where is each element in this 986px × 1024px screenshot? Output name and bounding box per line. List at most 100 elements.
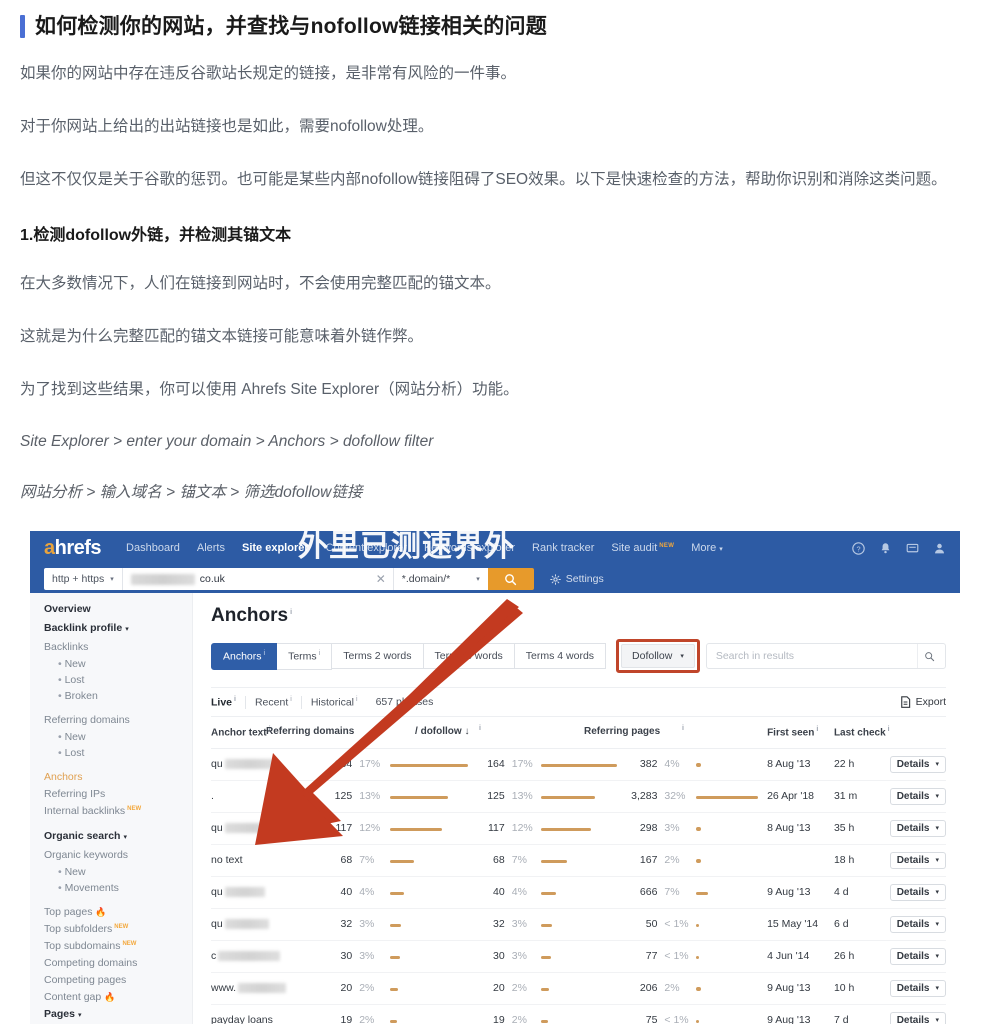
nav-site-audit[interactable]: Site auditNEW (611, 542, 674, 554)
domain-input[interactable]: co.uk (123, 568, 369, 590)
sidebar-item-content-gap[interactable]: Content gap 🔥 (44, 991, 192, 1003)
col-dofollow[interactable] (476, 717, 512, 748)
tab-terms[interactable]: Termsi (277, 643, 332, 670)
info-icon[interactable]: i (356, 696, 358, 703)
table-row[interactable]: .12513%12513%3,28332%26 Apr '1831 mDetai… (211, 780, 946, 812)
search-icon[interactable] (917, 644, 941, 668)
details-button[interactable]: Details▾ (890, 788, 946, 805)
col-referring-pages-label[interactable]: Referring pagesi (696, 717, 767, 748)
metric-bar (696, 892, 708, 895)
details-button[interactable]: Details▾ (890, 980, 946, 997)
cell-anchor-text[interactable]: www. (211, 972, 328, 1004)
sidebar-item-organic-movements[interactable]: Movements (58, 882, 192, 894)
info-icon[interactable]: i (264, 650, 266, 657)
tab-terms-4-words[interactable]: Terms 4 words (515, 643, 606, 669)
info-icon[interactable]: i (888, 726, 890, 733)
tab-label: Terms (288, 651, 317, 663)
sidebar-group-organic-search[interactable]: Organic search▾ (44, 830, 192, 842)
sidebar-item-backlinks-lost[interactable]: Lost (58, 674, 192, 686)
bell-icon[interactable] (879, 542, 892, 555)
details-button[interactable]: Details▾ (890, 1012, 946, 1024)
filter-live[interactable]: Livei (211, 696, 246, 709)
table-row[interactable]: www.202%202%2062%9 Aug '1310 hDetails▾ (211, 972, 946, 1004)
ahrefs-logo[interactable]: ahrefs (44, 537, 101, 560)
details-button[interactable]: Details▾ (890, 756, 946, 773)
export-button[interactable]: Export (900, 696, 946, 708)
nav-site-explorer[interactable]: Site explorer (242, 542, 309, 554)
clear-icon[interactable]: ✕ (369, 568, 393, 590)
sidebar-item-internal-backlinks[interactable]: Internal backlinksNEW (44, 805, 192, 817)
filter-historical[interactable]: Historicali (311, 696, 367, 709)
cell-anchor-text[interactable]: . (211, 780, 328, 812)
table-row[interactable]: no text687%687%1672%18 hDetails▾ (211, 844, 946, 876)
col-first-seen[interactable]: First seeni (767, 717, 834, 748)
table-row[interactable]: qu11712%11712%2983%8 Aug '1335 hDetails▾ (211, 812, 946, 844)
info-icon[interactable]: i (234, 696, 236, 703)
nav-keywords-explorer[interactable]: Keywords explorer (424, 542, 515, 554)
filter-recent[interactable]: Recenti (255, 696, 302, 709)
details-button[interactable]: Details▾ (890, 852, 946, 869)
nav-content-explorer[interactable]: Content explorer (326, 542, 407, 554)
sidebar-item-anchors[interactable]: Anchors (44, 771, 192, 783)
info-icon[interactable]: i (479, 725, 481, 732)
search-in-results-input[interactable]: Search in results (706, 643, 946, 669)
details-button[interactable]: Details▾ (890, 820, 946, 837)
cell-anchor-text[interactable]: qu (211, 812, 328, 844)
sidebar-group-backlink-profile[interactable]: Backlink profile▾ (44, 622, 192, 634)
col-last-check[interactable]: Last checki (834, 717, 890, 748)
details-button[interactable]: Details▾ (890, 884, 946, 901)
cell-anchor-text[interactable]: payday loans (211, 1004, 328, 1024)
sidebar-item-backlinks[interactable]: Backlinks (44, 641, 192, 653)
sidebar-item-referring-domains[interactable]: Referring domains (44, 714, 192, 726)
sidebar-item-overview[interactable]: Overview (44, 603, 192, 615)
info-icon[interactable]: i (816, 726, 818, 733)
sidebar-group-pages[interactable]: Pages▾ (44, 1008, 192, 1020)
sidebar-item-top-subfolders[interactable]: Top subfoldersNEW (44, 923, 192, 935)
sidebar-item-backlinks-broken[interactable]: Broken (58, 690, 192, 702)
table-row[interactable]: qu404%404%6667%9 Aug '134 dDetails▾ (211, 876, 946, 908)
sidebar-item-competing-pages[interactable]: Competing pages (44, 974, 192, 986)
sidebar-item-backlinks-new[interactable]: New (58, 658, 192, 670)
help-icon[interactable]: ? (852, 542, 865, 555)
sidebar-item-organic-keywords[interactable]: Organic keywords (44, 849, 192, 861)
info-icon[interactable]: i (290, 696, 292, 703)
tab-anchors[interactable]: Anchorsi (211, 643, 277, 670)
nav-rank-tracker[interactable]: Rank tracker (532, 542, 594, 554)
cell-details: Details▾ (890, 876, 946, 908)
info-icon[interactable]: i (290, 609, 292, 616)
tab-terms-2-words[interactable]: Terms 2 words (332, 643, 423, 669)
metric-bar (541, 924, 552, 927)
nav-alerts[interactable]: Alerts (197, 542, 225, 554)
tab-terms-3-words[interactable]: Terms 3 words (424, 643, 515, 669)
dofollow-filter-select[interactable]: Dofollow▾ (621, 644, 695, 668)
details-button[interactable]: Details▾ (890, 916, 946, 933)
cell-anchor-text[interactable]: c (211, 940, 328, 972)
sidebar-item-refdomains-new[interactable]: New (58, 731, 192, 743)
account-icon[interactable] (933, 542, 946, 555)
nav-more[interactable]: More▾ (691, 542, 723, 554)
info-icon[interactable]: i (319, 650, 321, 657)
cell-anchor-text[interactable]: qu (211, 908, 328, 940)
table-row[interactable]: payday loans192%192%75< 1%9 Aug '137 dDe… (211, 1004, 946, 1024)
sidebar-item-competing-domains[interactable]: Competing domains (44, 957, 192, 969)
search-button[interactable] (488, 568, 534, 590)
details-button[interactable]: Details▾ (890, 948, 946, 965)
cell-anchor-text[interactable]: qu (211, 876, 328, 908)
nav-dashboard[interactable]: Dashboard (126, 542, 180, 554)
sidebar-item-organic-new[interactable]: New (58, 866, 192, 878)
protocol-select[interactable]: http + https▾ (44, 568, 123, 590)
info-icon[interactable]: i (682, 725, 684, 732)
search-mode-select[interactable]: *.domain/*▾ (393, 568, 488, 590)
sidebar-item-top-subdomains[interactable]: Top subdomainsNEW (44, 940, 192, 952)
cell-anchor-text[interactable]: no text (211, 844, 328, 876)
settings-button[interactable]: Settings (550, 573, 604, 585)
cell-referring-pages-bar (696, 748, 767, 780)
cell-anchor-text[interactable]: qu (211, 748, 328, 780)
sidebar-item-refdomains-lost[interactable]: Lost (58, 747, 192, 759)
sidebar-item-referring-ips[interactable]: Referring IPs (44, 788, 192, 800)
table-row[interactable]: c303%303%77< 1%4 Jun '1426 hDetails▾ (211, 940, 946, 972)
table-row[interactable]: qu323%323%50< 1%15 May '146 dDetails▾ (211, 908, 946, 940)
sidebar-item-top-pages[interactable]: Top pages 🔥 (44, 906, 192, 918)
inbox-icon[interactable] (906, 542, 919, 555)
table-row[interactable]: qu16417%16417%3824%8 Aug '1322 hDetails▾ (211, 748, 946, 780)
